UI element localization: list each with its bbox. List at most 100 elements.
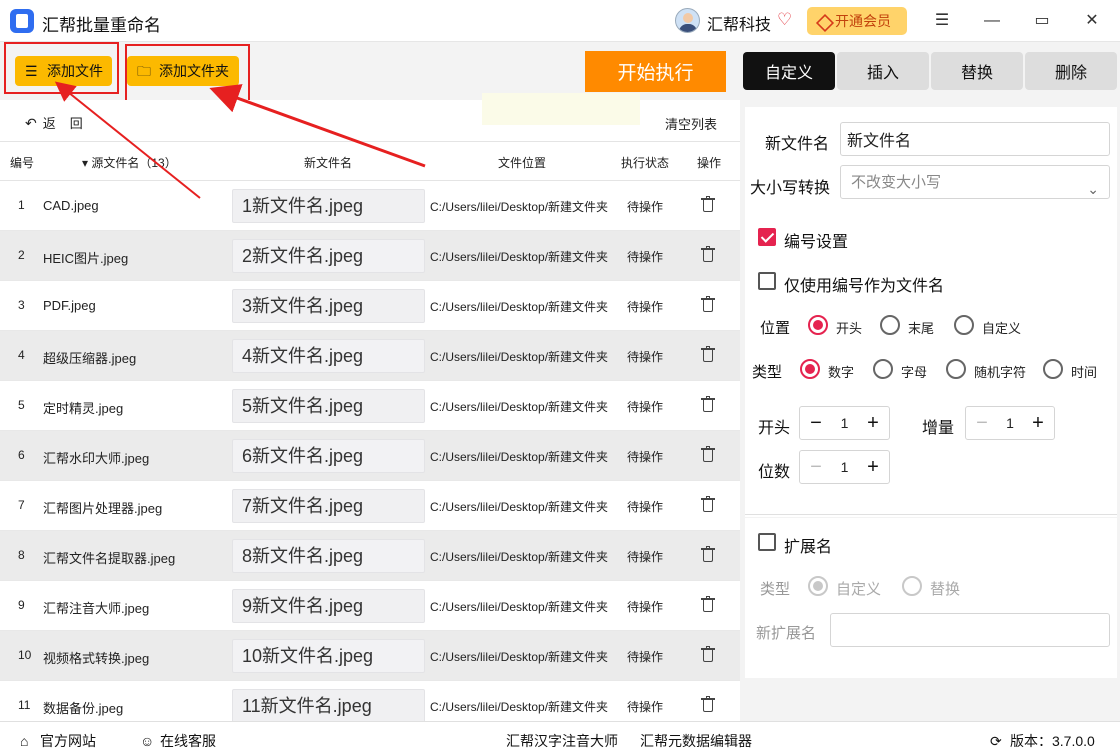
file-path: C:/Users/lilei/Desktop/新建文件夹 — [430, 550, 609, 564]
tab-custom[interactable]: 自定义 — [743, 52, 835, 90]
maximize-icon[interactable]: ▭ — [1027, 6, 1057, 36]
trash-icon[interactable] — [701, 596, 715, 613]
file-path: C:/Users/lilei/Desktop/新建文件夹 — [430, 300, 609, 314]
table-row[interactable]: 6 汇帮水印大师.jpeg 6新文件名.jpeg C:/Users/lilei/Des… — [0, 431, 740, 481]
position-custom-radio[interactable] — [954, 315, 974, 335]
vip-button[interactable]: 开通会员 — [807, 7, 907, 35]
plus-icon[interactable]: + — [1024, 407, 1052, 439]
new-filename: 6新文件名.jpeg — [232, 439, 425, 473]
position-start-radio[interactable] — [808, 315, 828, 335]
minus-icon[interactable]: − — [802, 451, 830, 483]
table-row[interactable]: 10 视频格式转换.jpeg 10新文件名.jpeg C:/Users/lilei/D… — [0, 631, 740, 681]
ext-type-label: 类型 — [760, 581, 791, 598]
row-number: 4 — [18, 348, 25, 362]
tab-delete[interactable]: 删除 — [1025, 52, 1117, 90]
file-path: C:/Users/lilei/Desktop/新建文件夹 — [430, 500, 609, 514]
position-start-label: 开头 — [836, 321, 863, 336]
ext-replace-label: 替换 — [930, 581, 961, 598]
row-number: 11 — [18, 698, 31, 712]
app-link-pinyin[interactable]: 汇帮汉字注音大师 — [506, 731, 618, 751]
table-row[interactable]: 5 定时精灵.jpeg 5新文件名.jpeg C:/Users/lilei/Deskt… — [0, 381, 740, 431]
row-number: 6 — [18, 448, 25, 462]
headset-icon: ☺ — [140, 733, 155, 749]
new-filename: 5新文件名.jpeg — [232, 389, 425, 423]
type-number-radio[interactable] — [800, 359, 820, 379]
version-info[interactable]: ⟳ 版本：3.7.0.0 — [990, 731, 1095, 751]
table-row[interactable]: 8 汇帮文件名提取器.jpeg 8新文件名.jpeg C:/Users/lilei/D… — [0, 531, 740, 581]
file-path: C:/Users/lilei/Desktop/新建文件夹 — [430, 450, 609, 464]
back-button[interactable]: ↶ 返回 — [25, 113, 83, 132]
start-stepper[interactable]: − 1 + — [799, 406, 890, 440]
ext-custom-radio — [808, 576, 828, 596]
plus-icon[interactable]: + — [859, 407, 887, 439]
support-link[interactable]: ☺ 在线客服 — [140, 731, 216, 751]
extension-label: 扩展名 — [784, 539, 833, 556]
type-time-radio[interactable] — [1043, 359, 1063, 379]
start-button[interactable]: 开始执行 — [585, 51, 726, 92]
type-random-radio[interactable] — [946, 359, 966, 379]
table-row[interactable]: 4 超级压缩器.jpeg 4新文件名.jpeg C:/Users/lilei/Desk… — [0, 331, 740, 381]
table-row[interactable]: 1 CAD.jpeg 1新文件名.jpeg C:/Users/lilei/Deskto… — [0, 181, 740, 231]
table-row[interactable]: 3 PDF.jpeg 3新文件名.jpeg C:/Users/lilei/Deskto… — [0, 281, 740, 331]
case-select[interactable]: 不改变大小写 ⌄ — [840, 165, 1110, 199]
only-number-checkbox[interactable] — [758, 272, 776, 290]
table-row[interactable]: 9 汇帮注音大师.jpeg 9新文件名.jpeg C:/Users/lilei/Des… — [0, 581, 740, 631]
table-row[interactable]: 2 HEIC图片.jpeg 2新文件名.jpeg C:/Users/lilei/Des… — [0, 231, 740, 281]
trash-icon[interactable] — [701, 196, 715, 213]
numbering-label: 编号设置 — [784, 234, 849, 251]
header-path: 文件位置 — [498, 156, 547, 170]
app-title: 汇帮批量重命名 — [42, 16, 161, 35]
trash-icon[interactable] — [701, 296, 715, 313]
source-filename: CAD.jpeg — [43, 198, 99, 213]
header-source-name[interactable]: ▾ 源文件名（13） — [82, 154, 177, 171]
status-text: 待操作 — [627, 600, 664, 614]
type-letter-radio[interactable] — [873, 359, 893, 379]
status-text: 待操作 — [627, 350, 664, 364]
new-name-input[interactable] — [840, 122, 1110, 156]
table-row[interactable]: 7 汇帮图片处理器.jpeg 7新文件名.jpeg C:/Users/lilei/De… — [0, 481, 740, 531]
trash-icon[interactable] — [701, 546, 715, 563]
header-new-name: 新文件名 — [304, 156, 353, 170]
position-end-radio[interactable] — [880, 315, 900, 335]
home-icon: ⌂ — [20, 733, 29, 749]
app-link-metadata[interactable]: 汇帮元数据编辑器 — [640, 731, 752, 751]
type-time-label: 时间 — [1071, 365, 1098, 380]
tab-insert[interactable]: 插入 — [837, 52, 929, 90]
menu-icon[interactable]: ☰ — [927, 6, 957, 36]
trash-icon[interactable] — [701, 246, 715, 263]
numbering-checkbox[interactable] — [758, 228, 776, 246]
file-path: C:/Users/lilei/Desktop/新建文件夹 — [430, 350, 609, 364]
trash-icon[interactable] — [701, 396, 715, 413]
source-filename: 视频格式转换.jpeg — [43, 651, 150, 666]
trash-icon[interactable] — [701, 346, 715, 363]
type-letter-label: 字母 — [901, 365, 928, 380]
plus-icon[interactable]: + — [859, 451, 887, 483]
increment-stepper[interactable]: − 1 + — [965, 406, 1055, 440]
row-number: 9 — [18, 598, 25, 612]
digits-stepper[interactable]: − 1 + — [799, 450, 890, 484]
watermark-banner — [482, 93, 640, 125]
row-number: 2 — [18, 248, 25, 262]
new-filename: 2新文件名.jpeg — [232, 239, 425, 273]
close-icon[interactable]: ✕ — [1077, 6, 1107, 36]
tab-replace[interactable]: 替换 — [931, 52, 1023, 90]
new-name-label: 新文件名 — [765, 136, 830, 153]
new-filename: 9新文件名.jpeg — [232, 589, 425, 623]
status-bar: ⌂ 官方网站 ☺ 在线客服 汇帮汉字注音大师 汇帮元数据编辑器 ⟳ 版本：3.7.0.… — [0, 721, 1120, 755]
trash-icon[interactable] — [701, 696, 715, 713]
annotation-frame — [4, 42, 119, 94]
website-link[interactable]: ⌂ 官方网站 — [20, 731, 96, 751]
user-avatar[interactable] — [675, 8, 700, 33]
trash-icon[interactable] — [701, 496, 715, 513]
header-operation: 操作 — [697, 156, 722, 170]
minimize-icon[interactable]: — — [977, 6, 1007, 36]
trash-icon[interactable] — [701, 646, 715, 663]
app-logo-icon — [10, 9, 34, 33]
minus-icon[interactable]: − — [968, 407, 996, 439]
trash-icon[interactable] — [701, 446, 715, 463]
new-filename: 10新文件名.jpeg — [232, 639, 425, 673]
extension-checkbox[interactable] — [758, 533, 776, 551]
new-filename: 7新文件名.jpeg — [232, 489, 425, 523]
minus-icon[interactable]: − — [802, 407, 830, 439]
clear-list-button[interactable]: 清空列表 — [665, 114, 717, 133]
